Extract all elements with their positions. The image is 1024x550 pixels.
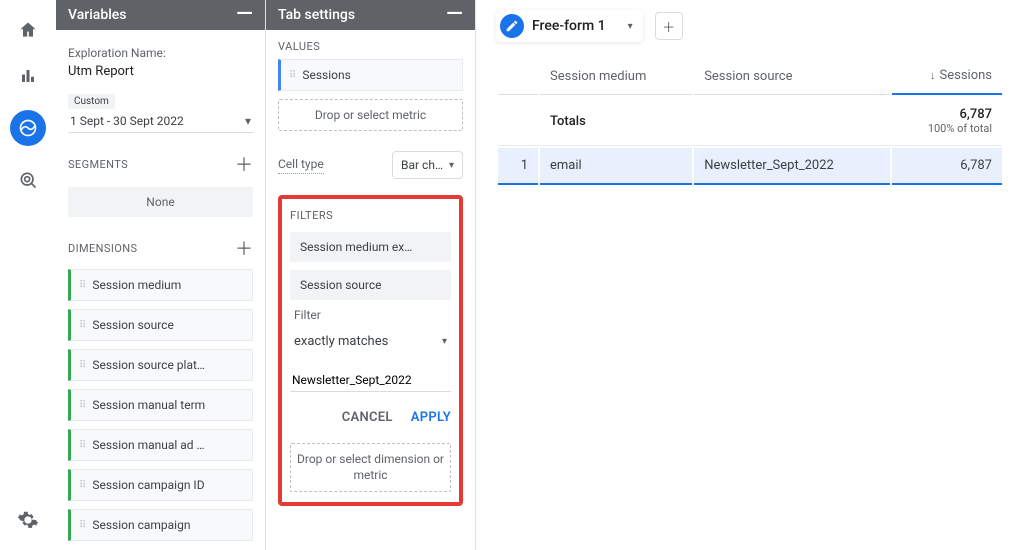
chevron-down-icon: ▾ <box>245 114 251 128</box>
col-header[interactable]: Session source <box>694 58 890 95</box>
col-header[interactable]: Session medium <box>540 58 692 95</box>
reports-icon[interactable] <box>16 64 40 88</box>
edit-icon <box>500 14 524 38</box>
segments-title: SEGMENTS <box>68 158 128 171</box>
advertising-icon[interactable] <box>16 168 40 192</box>
exploration-name[interactable]: Utm Report <box>68 64 253 79</box>
collapse-icon[interactable]: — <box>446 4 463 26</box>
admin-gear-icon[interactable] <box>16 508 40 532</box>
metric-drop-zone[interactable]: Drop or select metric <box>278 99 463 131</box>
dimension-chip[interactable]: ⠿Session campaign ID <box>68 469 253 501</box>
date-range-text: 1 Sept - 30 Sept 2022 <box>70 114 184 128</box>
dimension-chip[interactable]: ⠿Session campaign <box>68 509 253 541</box>
dimension-chip[interactable]: ⠿Session manual ad … <box>68 429 253 461</box>
home-icon[interactable] <box>16 18 40 42</box>
dimension-chip[interactable]: ⠿Session source plat… <box>68 349 253 381</box>
dimension-chip[interactable]: ⠿Session source <box>68 309 253 341</box>
dimensions-title: DIMENSIONS <box>68 242 137 255</box>
report-tab-name: Free-form 1 <box>532 18 606 34</box>
cell-type-label: Cell type <box>278 157 324 174</box>
panel-title: Variables <box>68 7 126 23</box>
col-header-sessions[interactable]: ↓Sessions <box>892 58 1002 95</box>
totals-row: Totals 6,787 100% of total <box>498 97 1002 146</box>
filters-section-highlight: FILTERS Session medium ex… Session sourc… <box>278 195 463 506</box>
results-table: Session medium Session source ↓Sessions … <box>496 56 1004 187</box>
values-title: VALUES <box>278 40 463 53</box>
add-dimension-button[interactable]: ＋ <box>235 235 253 261</box>
exploration-name-label: Exploration Name: <box>68 46 253 60</box>
dimension-chip[interactable]: ⠿Session medium <box>68 269 253 301</box>
cell-type-select[interactable]: Bar ch… ▾ <box>392 151 463 179</box>
filter-value-input[interactable] <box>290 369 451 392</box>
filter-chip[interactable]: Session source <box>290 270 451 300</box>
nav-rail <box>0 0 56 550</box>
totals-value: 6,787 <box>902 107 992 122</box>
variables-panel: Variables — Exploration Name: Utm Report… <box>56 0 266 550</box>
tab-settings-panel: Tab settings — VALUES ⠿Sessions Drop or … <box>266 0 476 550</box>
dimension-chip[interactable]: ⠿Session manual term <box>68 389 253 421</box>
date-range-selector[interactable]: 1 Sept - 30 Sept 2022 ▾ <box>68 110 253 133</box>
filter-drop-zone[interactable]: Drop or select dimension or metric <box>290 443 451 492</box>
filter-match-type-select[interactable]: exactly matches ▾ <box>290 328 451 355</box>
filter-chip[interactable]: Session medium ex… <box>290 232 451 262</box>
chevron-down-icon: ▾ <box>442 336 447 347</box>
totals-pct: 100% of total <box>902 122 992 135</box>
totals-label: Totals <box>540 97 692 146</box>
filter-label: Filter <box>294 308 451 322</box>
collapse-icon[interactable]: — <box>236 4 253 26</box>
chevron-down-icon: ▾ <box>449 160 454 171</box>
table-row[interactable]: 1 email Newsletter_Sept_2022 6,787 <box>498 148 1002 185</box>
tab-settings-header: Tab settings — <box>266 0 475 30</box>
explore-icon[interactable] <box>10 110 46 146</box>
date-preset-badge: Custom <box>68 94 115 109</box>
variables-header: Variables — <box>56 0 265 30</box>
add-segment-button[interactable]: ＋ <box>235 151 253 177</box>
sort-desc-icon: ↓ <box>930 69 936 82</box>
segments-none: None <box>68 187 253 217</box>
report-canvas: Free-form 1 ▾ ＋ Session medium Session s… <box>476 0 1024 550</box>
filters-title: FILTERS <box>290 209 451 222</box>
chevron-down-icon[interactable]: ▾ <box>628 21 633 32</box>
add-tab-button[interactable]: ＋ <box>655 12 683 40</box>
apply-button[interactable]: APPLY <box>411 410 451 425</box>
panel-title: Tab settings <box>278 7 355 23</box>
metric-chip[interactable]: ⠿Sessions <box>278 59 463 91</box>
report-tab[interactable]: Free-form 1 ▾ <box>496 10 643 42</box>
cancel-button[interactable]: CANCEL <box>342 410 393 425</box>
